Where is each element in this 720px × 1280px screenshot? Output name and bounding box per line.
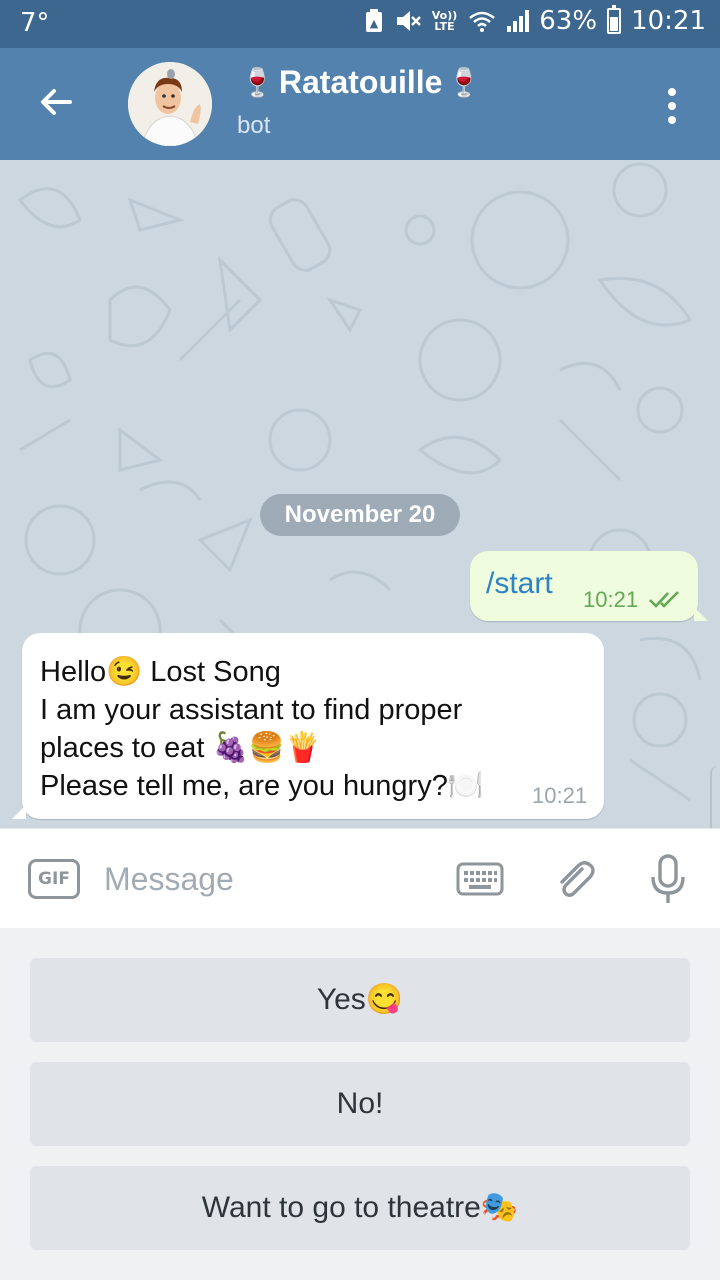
message-line: Please tell me, are you hungry?🍽️: [40, 770, 484, 802]
status-bar: 7° ▲ Vo)) LTE 63% 10:21: [0, 0, 720, 48]
signal-icon: [507, 10, 530, 32]
message-input[interactable]: [104, 855, 424, 903]
chat-subtitle: bot: [237, 112, 271, 139]
reply-button-theatre[interactable]: Want to go to theatre🎭: [30, 1166, 690, 1250]
outgoing-message-text[interactable]: /start: [486, 567, 553, 601]
bot-avatar[interactable]: [128, 62, 212, 146]
keyboard-icon[interactable]: [456, 862, 504, 896]
reply-button-yes[interactable]: Yes😋: [30, 958, 690, 1042]
chat-title-text: Ratatouille: [278, 64, 443, 100]
incoming-message-time: 10:21: [532, 783, 588, 808]
temperature-indicator: 7°: [20, 8, 50, 38]
chef-avatar-icon: [128, 62, 212, 146]
status-icons: ▲ Vo)) LTE 63% 10:21: [364, 5, 706, 36]
wine-glass-icon: 🍷: [446, 66, 482, 99]
more-menu-icon[interactable]: [664, 88, 680, 124]
double-check-icon: [649, 591, 679, 608]
chat-title[interactable]: 🍷 Ratatouille 🍷: [240, 64, 481, 101]
back-arrow-icon[interactable]: [36, 82, 76, 122]
reply-keyboard: Yes😋 No! Want to go to theatre🎭: [0, 928, 720, 1280]
date-separator: November 20: [260, 494, 460, 536]
incoming-message-text[interactable]: Hello😉 Lost Song I am your assistant to …: [40, 653, 484, 805]
mute-icon: [396, 11, 421, 31]
incoming-message[interactable]: Hello😉 Lost Song I am your assistant to …: [12, 633, 604, 819]
outgoing-message[interactable]: /start 10:21: [470, 551, 708, 621]
message-composer: GIF: [0, 828, 720, 928]
volte-icon: Vo)) LTE: [431, 9, 458, 33]
microphone-icon[interactable]: [650, 853, 686, 905]
wifi-icon: [469, 11, 496, 32]
battery-percent: 63%: [539, 6, 598, 36]
paperclip-icon[interactable]: [552, 857, 598, 903]
battery-icon: [607, 5, 622, 34]
storage-icon: ▲: [365, 9, 382, 32]
outgoing-message-time: 10:21: [583, 587, 639, 612]
chat-header: 🍷 Ratatouille 🍷 bot: [0, 48, 720, 160]
clock: 10:21: [631, 6, 706, 36]
message-line: Hello😉 Lost Song: [40, 656, 281, 688]
message-line: I am your assistant to find proper: [40, 694, 463, 726]
svg-text:▲: ▲: [370, 17, 379, 30]
message-list[interactable]: November 20 /start 10:21 Hello😉 Lost Son…: [0, 160, 720, 828]
wine-glass-icon: 🍷: [240, 66, 275, 99]
reply-button-no[interactable]: No!: [30, 1062, 690, 1146]
gif-button[interactable]: GIF: [28, 859, 80, 899]
message-line: places to eat 🍇🍔🍟: [40, 732, 321, 764]
